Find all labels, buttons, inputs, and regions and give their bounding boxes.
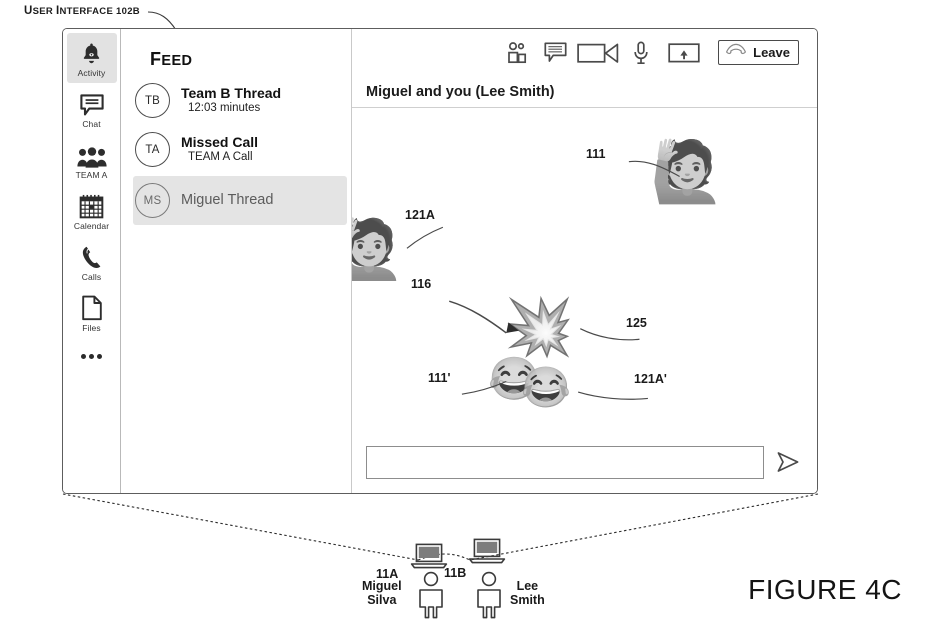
- list-item[interactable]: TB Team B Thread 12:03 minutes: [121, 76, 351, 125]
- list-item-title: Missed Call: [181, 134, 259, 151]
- message-input[interactable]: [366, 445, 764, 479]
- composer-row: [352, 431, 817, 493]
- callout-label-text: U: [24, 5, 33, 17]
- feed-title-rest: EED: [161, 53, 193, 69]
- list-item-title: Team B Thread: [181, 85, 282, 102]
- sidebar-item-calls[interactable]: Calls: [67, 237, 117, 287]
- share-screen-icon[interactable]: [662, 36, 706, 70]
- callout-label-text-rest2: NTERFACE 102B: [59, 6, 140, 17]
- sidebar-item-activity[interactable]: Activity: [66, 33, 117, 83]
- conversation-panel: Leave Miguel and you (Lee Smith) 🙋 🙋 💥 😂…: [352, 29, 817, 493]
- avatar: MS: [135, 183, 170, 218]
- sidebar-item-label: Calendar: [73, 220, 110, 231]
- list-item-text: Miguel Thread: [181, 192, 273, 209]
- figure-caption: FIGURE 4C: [748, 574, 902, 605]
- person-name-line2: Silva: [367, 593, 397, 608]
- hang-up-phone-icon: [725, 43, 747, 62]
- person-name-line1: Lee: [516, 579, 539, 593]
- sidebar-item-team-a[interactable]: TEAM A: [67, 135, 117, 185]
- callout-label-text-rest: SER: [32, 6, 56, 17]
- sidebar-item-label: Files: [82, 322, 101, 333]
- person-figure-icon: [414, 571, 448, 624]
- sidebar-item-label: Calls: [81, 271, 102, 282]
- list-item-subtitle: TEAM A Call: [188, 151, 253, 164]
- laptop-icon: [468, 538, 506, 571]
- bell-icon: [79, 39, 104, 66]
- person-figure-icon: [472, 571, 506, 624]
- reaction-stage: 🙋 🙋 💥 😂 😂 111 121A 116 125 121A' 111': [352, 108, 817, 431]
- avatar: TA: [135, 132, 170, 167]
- leave-button-label: Leave: [753, 45, 790, 60]
- list-item-selected[interactable]: MS Miguel Thread: [133, 176, 347, 225]
- call-toolbar: Leave: [352, 29, 817, 76]
- person-name-line2: Smith: [510, 593, 545, 608]
- chat-bubble-icon: [79, 90, 105, 117]
- video-camera-icon[interactable]: [576, 36, 620, 70]
- more-dot: [89, 353, 94, 359]
- calendar-icon: [79, 192, 104, 219]
- leave-button[interactable]: Leave: [718, 40, 799, 65]
- feed-title-cap: F: [150, 49, 162, 69]
- feed-title: FEED: [121, 29, 351, 76]
- person-name-miguel: Miguel Silva: [362, 579, 402, 608]
- reference-leader-lines: [406, 160, 680, 400]
- feed-panel: FEED TB Team B Thread 12:03 minutes TA M…: [121, 29, 352, 493]
- sidebar-item-calendar[interactable]: Calendar: [67, 186, 117, 236]
- list-item[interactable]: TA Missed Call TEAM A Call: [121, 125, 351, 174]
- sidebar-item-label: TEAM A: [75, 169, 108, 180]
- sidebar-item-chat[interactable]: Chat: [67, 84, 117, 134]
- send-paper-plane-icon[interactable]: [771, 445, 805, 479]
- more-dot: [96, 353, 102, 359]
- show-conversation-icon[interactable]: [538, 36, 572, 70]
- person-name-line1: Miguel: [362, 579, 402, 593]
- user-interface-window: Activity Chat TEAM A Calendar Calls File…: [62, 28, 818, 494]
- sidebar-item-label: Chat: [82, 118, 101, 129]
- more-dot: [81, 353, 87, 359]
- people-group-icon: [76, 141, 107, 168]
- list-item-text: Missed Call TEAM A Call: [181, 134, 258, 164]
- sidebar-item-files[interactable]: Files: [67, 288, 117, 338]
- avatar: TB: [135, 83, 170, 118]
- page-title: Miguel and you (Lee Smith): [366, 83, 555, 100]
- microphone-icon[interactable]: [624, 36, 658, 70]
- conversation-header: Miguel and you (Lee Smith): [352, 76, 817, 108]
- phone-handset-icon: [80, 243, 104, 270]
- sidebar-item-label: Activity: [77, 67, 106, 78]
- more-horizontal-icon[interactable]: [67, 339, 117, 373]
- file-page-icon: [81, 294, 103, 321]
- list-item-text: Team B Thread 12:03 minutes: [181, 85, 281, 115]
- add-participants-icon[interactable]: [500, 36, 534, 70]
- callout-label: USER INTERFACE 102B: [24, 5, 140, 17]
- device-reference-11b: 11B: [444, 566, 467, 580]
- navigation-rail: Activity Chat TEAM A Calendar Calls File…: [63, 29, 121, 493]
- person-name-lee: Lee Smith: [510, 579, 545, 608]
- list-item-title: Miguel Thread: [181, 192, 274, 209]
- list-item-subtitle: 12:03 minutes: [188, 102, 261, 115]
